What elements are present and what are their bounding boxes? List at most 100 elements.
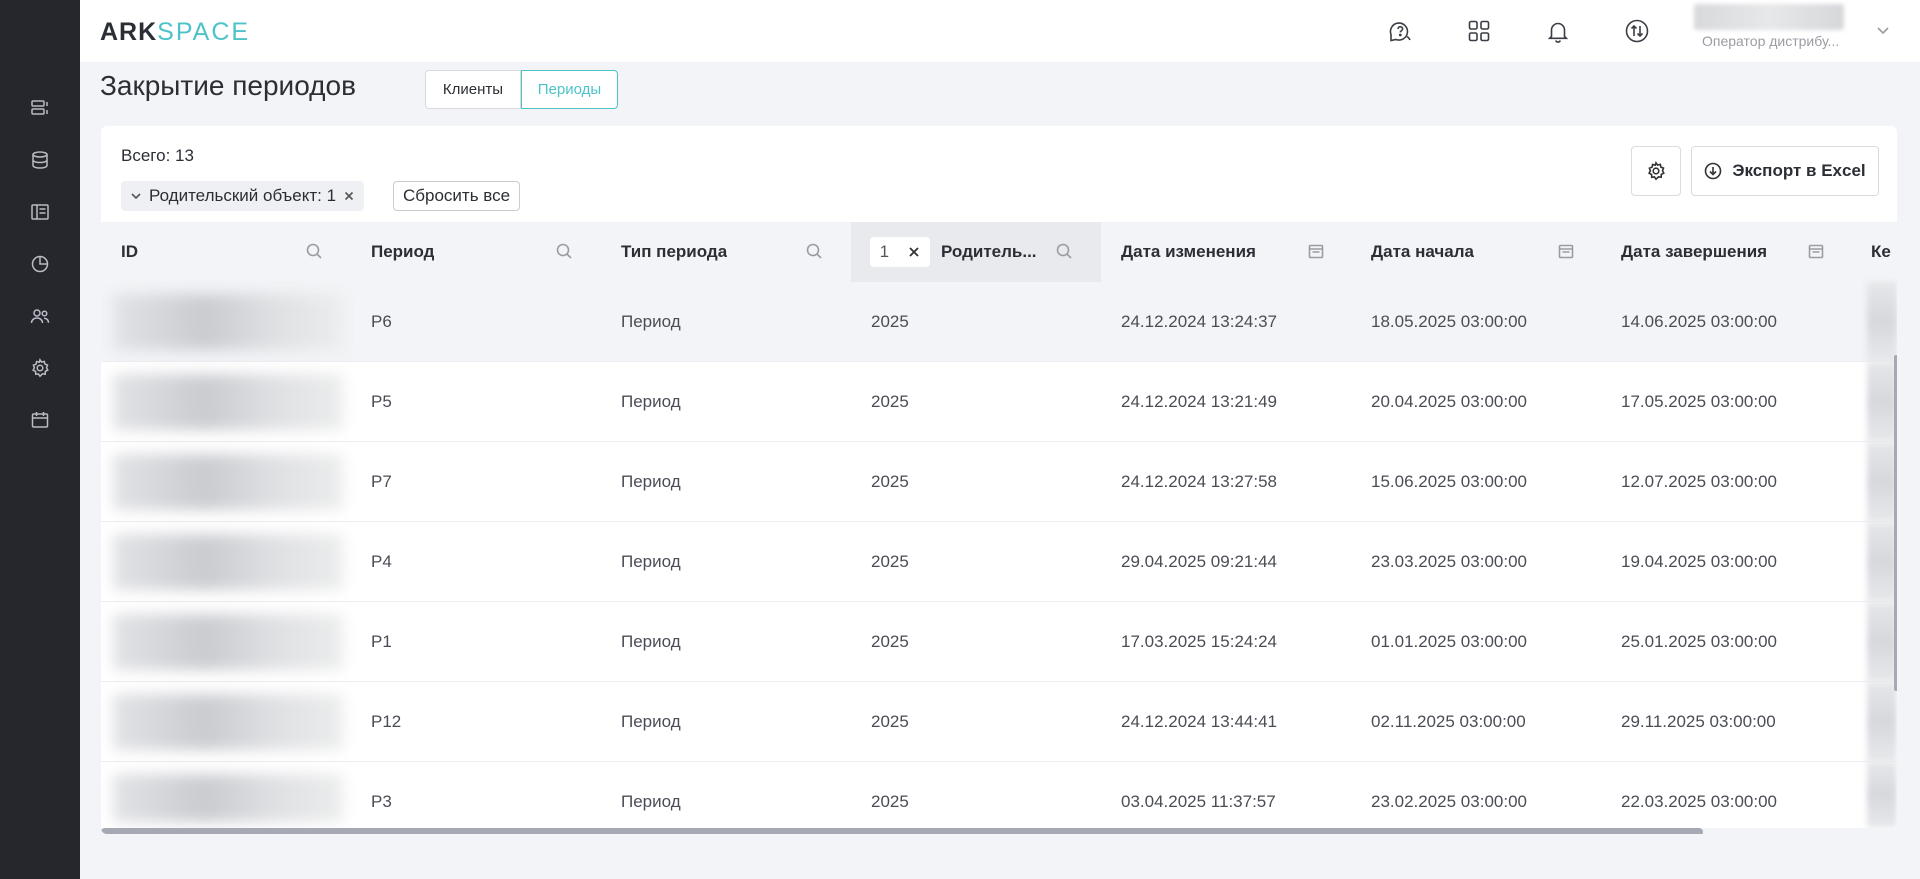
sidebar xyxy=(0,0,80,879)
cell-modified: 24.12.2024 13:27:58 xyxy=(1121,472,1277,491)
logo-ark: ARK xyxy=(100,18,158,46)
cell-modified: 29.04.2025 09:21:44 xyxy=(1121,552,1277,571)
cell-start: 18.05.2025 03:00:00 xyxy=(1371,312,1527,331)
filter-chip-label: Родительский объект: 1 xyxy=(149,186,337,205)
cell-redacted xyxy=(1867,522,1897,602)
id-redacted xyxy=(113,294,343,350)
table-row[interactable]: P1 Период 2025 17.03.2025 15:24:24 01.01… xyxy=(101,602,1897,682)
table-row[interactable]: P4 Период 2025 29.04.2025 09:21:44 23.03… xyxy=(101,522,1897,602)
cell-end: 22.03.2025 03:00:00 xyxy=(1621,792,1777,811)
column-label: Дата изменения xyxy=(1121,242,1256,261)
table-row[interactable]: P12 Период 2025 24.12.2024 13:44:41 02.1… xyxy=(101,682,1897,762)
cell-parent: 2025 xyxy=(871,792,909,811)
calendar-icon[interactable] xyxy=(28,408,52,432)
cell-modified: 24.12.2024 13:24:37 xyxy=(1121,312,1277,331)
top-bar: ARKSPACE Оператор дистрибу... xyxy=(80,0,1920,62)
column-label: Дата завершения xyxy=(1621,242,1768,261)
id-redacted xyxy=(113,534,343,590)
reset-filters-button[interactable]: Сбросить все xyxy=(393,181,521,211)
logo[interactable]: ARKSPACE xyxy=(100,18,250,47)
close-icon[interactable] xyxy=(908,246,920,258)
user-name-redacted xyxy=(1694,4,1844,30)
table-settings-button[interactable] xyxy=(1631,146,1681,196)
settings-icon[interactable] xyxy=(28,356,52,380)
gear-icon xyxy=(1648,161,1665,181)
apps-grid-icon[interactable] xyxy=(1464,16,1494,46)
logo-space: SPACE xyxy=(157,18,251,46)
cell-type: Период xyxy=(621,472,681,491)
help-chat-icon[interactable] xyxy=(1385,16,1415,46)
layout-icon[interactable] xyxy=(28,200,52,224)
cell-end: 25.01.2025 03:00:00 xyxy=(1621,632,1777,651)
id-redacted xyxy=(113,454,343,510)
vertical-scrollbar[interactable] xyxy=(1894,355,1897,691)
cell-parent: 2025 xyxy=(871,552,909,571)
cell-start: 15.06.2025 03:00:00 xyxy=(1371,472,1527,491)
chevron-down-icon[interactable] xyxy=(129,189,143,203)
search-icon[interactable] xyxy=(1055,242,1075,262)
total-count: Всего: 13 xyxy=(121,146,194,165)
cell-period: P1 xyxy=(371,632,392,651)
column-label: Дата начала xyxy=(1371,242,1474,261)
cell-period: P5 xyxy=(371,392,392,411)
id-redacted xyxy=(113,614,343,670)
cell-redacted xyxy=(1867,602,1897,682)
cell-end: 17.05.2025 03:00:00 xyxy=(1621,392,1777,411)
tab-clients[interactable]: Клиенты xyxy=(425,70,521,109)
export-excel-button[interactable]: Экспорт в Excel xyxy=(1691,146,1879,196)
column-header-truncated[interactable]: Ке xyxy=(1871,222,1897,282)
column-label: Ке xyxy=(1871,242,1891,261)
cell-type: Период xyxy=(621,312,681,331)
id-redacted xyxy=(113,374,343,430)
id-redacted xyxy=(113,694,343,750)
calendar-icon[interactable] xyxy=(1807,242,1827,262)
users-icon[interactable] xyxy=(28,304,52,328)
column-label: ID xyxy=(121,242,138,261)
cell-start: 02.11.2025 03:00:00 xyxy=(1371,712,1526,731)
search-icon[interactable] xyxy=(805,242,825,262)
table-header: ID Период Тип периода 1 Родитель... Дата… xyxy=(101,222,1897,282)
cell-end: 29.11.2025 03:00:00 xyxy=(1621,712,1776,731)
table-row[interactable]: P5 Период 2025 24.12.2024 13:21:49 20.04… xyxy=(101,362,1897,442)
cell-modified: 17.03.2025 15:24:24 xyxy=(1121,632,1277,651)
table-card: Всего: 13 Родительский объект: 1 Сбросит… xyxy=(101,126,1897,834)
cell-type: Период xyxy=(621,552,681,571)
calendar-icon[interactable] xyxy=(1307,242,1327,262)
page-title: Закрытие периодов xyxy=(100,70,356,101)
switch-icon[interactable] xyxy=(1622,16,1652,46)
filter-chip[interactable]: Родительский объект: 1 xyxy=(121,181,365,211)
cell-start: 01.01.2025 03:00:00 xyxy=(1371,632,1527,651)
list-icon[interactable] xyxy=(28,96,52,120)
bell-icon[interactable] xyxy=(1543,16,1573,46)
search-icon[interactable] xyxy=(305,242,325,262)
cell-type: Период xyxy=(621,712,681,731)
horizontal-scrollbar[interactable] xyxy=(101,828,1703,834)
column-label: Период xyxy=(371,242,435,261)
chart-pie-icon[interactable] xyxy=(28,252,52,276)
chevron-down-icon[interactable] xyxy=(1873,20,1893,40)
cell-start: 23.03.2025 03:00:00 xyxy=(1371,552,1527,571)
cell-redacted xyxy=(1867,682,1897,762)
id-redacted xyxy=(113,774,343,822)
user-menu[interactable]: Оператор дистрибу... xyxy=(1694,4,1854,56)
close-icon[interactable] xyxy=(342,189,356,203)
table-row[interactable]: P6 Период 2025 24.12.2024 13:24:37 18.05… xyxy=(101,282,1897,362)
parent-filter-pill[interactable]: 1 xyxy=(870,237,930,267)
search-icon[interactable] xyxy=(555,242,575,262)
user-role: Оператор дистрибу... xyxy=(1702,33,1840,49)
database-icon[interactable] xyxy=(28,148,52,172)
cell-modified: 03.04.2025 11:37:57 xyxy=(1121,792,1276,811)
cell-period: P7 xyxy=(371,472,392,491)
tab-periods[interactable]: Периоды xyxy=(521,70,618,109)
cell-start: 23.02.2025 03:00:00 xyxy=(1371,792,1527,811)
calendar-icon[interactable] xyxy=(1557,242,1577,262)
cell-parent: 2025 xyxy=(871,472,909,491)
table-row[interactable]: P3 Период 2025 03.04.2025 11:37:57 23.02… xyxy=(101,762,1897,828)
cell-parent: 2025 xyxy=(871,312,909,331)
cell-period: P3 xyxy=(371,792,392,811)
cell-type: Период xyxy=(621,392,681,411)
cell-end: 12.07.2025 03:00:00 xyxy=(1621,472,1777,491)
parent-filter-count: 1 xyxy=(879,242,890,261)
cell-period: P6 xyxy=(371,312,392,331)
table-row[interactable]: P7 Период 2025 24.12.2024 13:27:58 15.06… xyxy=(101,442,1897,522)
